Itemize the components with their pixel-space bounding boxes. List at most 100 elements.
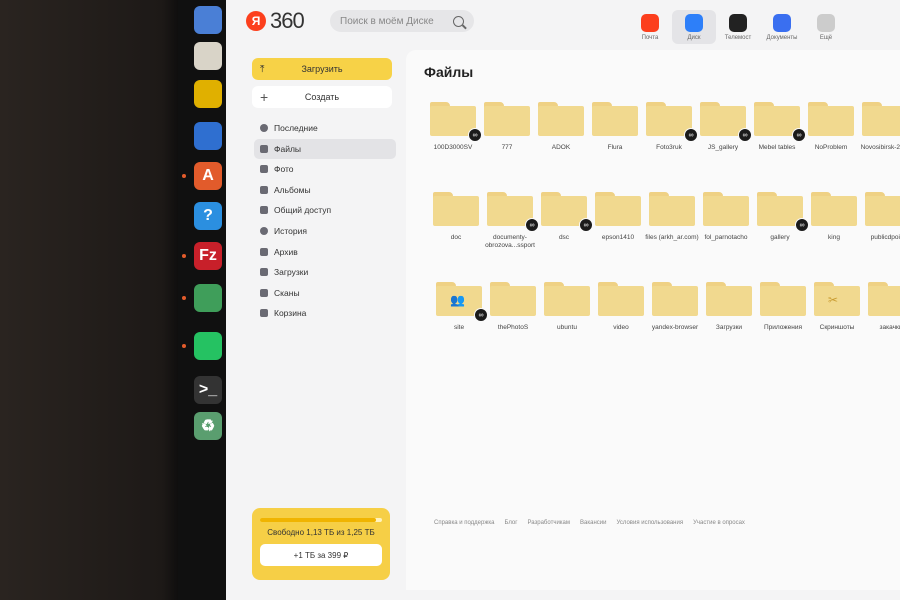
app-disk[interactable]: Диск <box>672 10 716 44</box>
trash-icon[interactable]: ♻ <box>194 412 222 440</box>
folder-name: Foto3ruk <box>656 144 682 151</box>
sidebar-item-label: Альбомы <box>274 184 311 195</box>
folder-tile[interactable]: 👥 ∞ site <box>432 278 488 364</box>
folder-name: Скриншоты <box>819 324 855 331</box>
sidebar-item-label: Корзина <box>274 308 307 319</box>
search-input[interactable]: Поиск в моём Диске <box>330 10 474 32</box>
folder-body <box>706 286 752 316</box>
folder-tile[interactable]: ∞ Mebel tables <box>750 98 806 184</box>
folder-tile[interactable]: ∞ dsc <box>537 188 593 274</box>
folder-tile[interactable]: ADOK <box>534 98 588 184</box>
yandex-360-logo[interactable]: Я 360 <box>246 8 305 34</box>
folder-icon <box>703 192 749 226</box>
sidebar-item-photo[interactable]: Фото <box>254 159 396 179</box>
footer-link[interactable]: Участие в опросах <box>693 520 745 526</box>
sidebar-item-shared[interactable]: Общий доступ <box>254 200 396 220</box>
folder-tile[interactable]: ∞ documenty-obrozova...ssport <box>483 188 539 274</box>
files-icon[interactable] <box>194 6 222 34</box>
footer-link[interactable]: Вакансии <box>580 520 606 526</box>
upload-icon: ⤒ <box>260 63 265 75</box>
app-mail[interactable]: Почта <box>628 10 672 44</box>
albums-icon <box>260 185 268 194</box>
folder-tile[interactable]: video <box>594 278 648 364</box>
terminal-icon[interactable]: >_ <box>194 376 222 404</box>
photo-icon <box>260 165 268 174</box>
folder-body <box>490 286 536 316</box>
browser-icon[interactable] <box>194 284 222 312</box>
footer-link[interactable]: Условия использования <box>616 520 683 526</box>
footer-link[interactable]: Разработчикам <box>527 520 570 526</box>
folder-icon[interactable] <box>194 42 222 70</box>
folder-tile[interactable]: ∞ Novosibirsk-2-21 <box>858 98 900 184</box>
sidebar-item-scans[interactable]: Сканы <box>254 283 396 303</box>
folder-tile[interactable]: yandex-browser <box>648 278 702 364</box>
folder-tile[interactable]: ✂ Скриншоты <box>810 278 864 364</box>
scans-icon <box>260 288 268 297</box>
folder-icon: ∞ <box>757 192 809 232</box>
sidebar: ⤒ Загрузить + Создать Последние Файлы Фото… <box>244 50 404 590</box>
app-label: Документы <box>766 35 798 41</box>
folder-tile[interactable]: Приложения <box>756 278 810 364</box>
sidebar-item-label: История <box>274 225 307 236</box>
folder-tile[interactable]: ∞ Foto3ruk <box>642 98 698 184</box>
filezilla-icon[interactable]: Fz <box>194 242 222 270</box>
footer-link[interactable]: Блог <box>504 520 517 526</box>
folder-name: documenty-obrozova...ssport <box>485 234 535 249</box>
create-button[interactable]: + Создать <box>252 86 392 108</box>
folder-body <box>865 196 900 226</box>
folder-icon <box>490 282 536 316</box>
sidebar-item-downloads[interactable]: Загрузки <box>254 262 396 282</box>
app-window: Я 360 Поиск в моём Диске Почта Диск Телемо… <box>226 0 900 600</box>
folder-name: fol_parnotacho <box>704 234 748 241</box>
footer-link[interactable]: Справка и поддержка <box>434 520 494 526</box>
whatsapp-icon[interactable] <box>194 332 222 360</box>
folder-tile[interactable]: ∞ gallery <box>753 188 809 274</box>
folder-icon: ∞ <box>541 192 593 232</box>
folder-name: gallery <box>770 234 790 241</box>
app-label: Почта <box>641 35 659 41</box>
folder-tile[interactable]: 777 <box>480 98 534 184</box>
folder-row: doc ∞ documenty-obrozova...ssport ∞ dsc epson… <box>429 188 900 274</box>
folder-icon: ✂ <box>814 282 860 316</box>
folder-name: king <box>828 234 840 241</box>
folder-tile[interactable]: epson1410 <box>591 188 645 274</box>
folder-tile[interactable]: ∞ 100D3000SV <box>426 98 482 184</box>
upload-button[interactable]: ⤒ Загрузить <box>252 58 392 80</box>
sidebar-item-history[interactable]: История <box>254 221 396 241</box>
folder-name: ADOK <box>551 144 571 151</box>
folder-name: ubuntu <box>557 324 577 331</box>
folder-tile[interactable]: закачки <box>864 278 900 364</box>
folder-tile[interactable]: files (arkh_ar.com) <box>645 188 699 274</box>
folder-icon: ∞ <box>646 102 698 142</box>
folder-icon <box>544 282 590 316</box>
app-telemost[interactable]: Телемост <box>716 10 760 44</box>
app-more[interactable]: Ещё <box>804 10 848 44</box>
folder-tile[interactable]: Загрузки <box>702 278 756 364</box>
folder-tile[interactable]: ∞ JS_gallery <box>696 98 752 184</box>
writer-icon[interactable] <box>194 122 222 150</box>
folder-icon: 👥 ∞ <box>436 282 488 322</box>
app-documents[interactable]: Документы <box>760 10 804 44</box>
folder-tile[interactable]: publicdpoint <box>861 188 900 274</box>
folder-tile[interactable]: NoProblem <box>804 98 858 184</box>
folder-name: thePhotoS <box>497 324 529 331</box>
folder-tile[interactable]: king <box>807 188 861 274</box>
buy-storage-button[interactable]: +1 ТБ за 399 ₽ <box>260 544 382 566</box>
rhythmbox-icon[interactable] <box>194 80 222 108</box>
folder-icon <box>484 102 530 136</box>
search-placeholder: Поиск в моём Диске <box>340 15 434 27</box>
folder-tile[interactable]: doc <box>429 188 483 274</box>
sidebar-item-archive[interactable]: Архив <box>254 242 396 262</box>
folder-tile[interactable]: thePhotoS <box>486 278 540 364</box>
sidebar-item-clock[interactable]: Последние <box>254 118 396 138</box>
app-store-icon[interactable]: A <box>194 162 222 190</box>
sidebar-item-trash[interactable]: Корзина <box>254 303 396 323</box>
folder-tile[interactable]: fol_parnotacho <box>699 188 753 274</box>
folder-tile[interactable]: Flura <box>588 98 642 184</box>
sidebar-item-files[interactable]: Файлы <box>254 138 396 159</box>
folder-tile[interactable]: ubuntu <box>540 278 594 364</box>
sidebar-item-albums[interactable]: Альбомы <box>254 180 396 200</box>
folder-icon <box>652 282 698 316</box>
help-icon[interactable]: ? <box>194 202 222 230</box>
search-icon[interactable] <box>453 15 464 27</box>
